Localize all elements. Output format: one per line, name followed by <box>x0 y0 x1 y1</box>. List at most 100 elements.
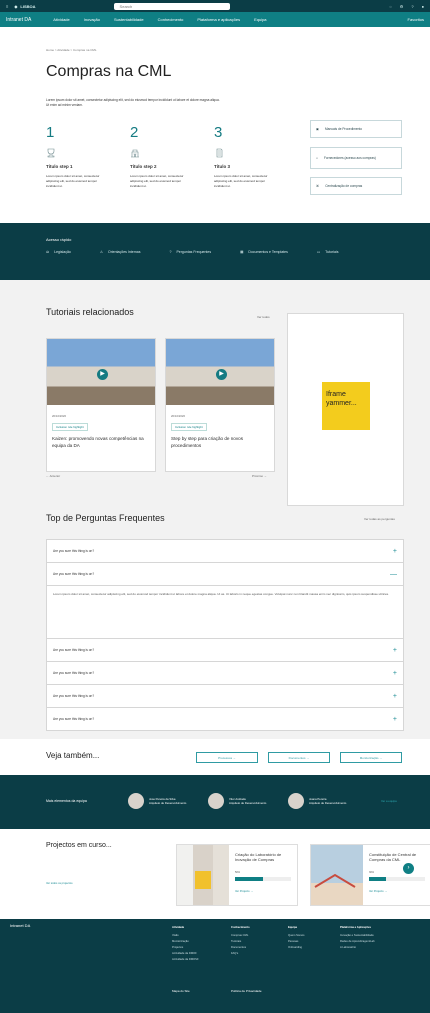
footer-link[interactable]: A Laboratório <box>340 945 375 951</box>
team-member[interactable]: Joana Pereira Arquiteto de Desenvolviment… <box>288 793 346 809</box>
plus-icon[interactable]: + <box>393 716 397 723</box>
settings-icon[interactable]: ⚙ <box>400 4 404 9</box>
step-2: 2 Título step 2 Lorem ipsum dolor sit am… <box>130 124 200 189</box>
faq-item[interactable]: Are you sure this thing is on? + <box>47 708 403 730</box>
faq-item[interactable]: Are you sure this thing is on? + <box>47 540 403 563</box>
tutorials-more-link[interactable]: Ver todos <box>257 315 270 319</box>
plus-icon[interactable]: + <box>393 693 397 700</box>
search-input[interactable]: Search <box>113 2 230 10</box>
previous-link[interactable]: ← Anterior <box>46 474 60 478</box>
faq-more-link[interactable]: Ver todas as perguntas <box>364 517 395 521</box>
project-progress-fill <box>369 877 386 881</box>
logo-icon: ◆ <box>14 3 18 9</box>
tutorial-title[interactable]: Kaizen: promovendo novas competências na… <box>52 435 146 449</box>
nav-item[interactable]: Equipa <box>254 17 266 22</box>
project-link[interactable]: Ver Projecto → <box>369 890 387 893</box>
nav-item[interactable]: Conhecimento <box>158 17 184 22</box>
faq-item[interactable]: Are you sure this thing is on? + <box>47 685 403 708</box>
notification-icon[interactable]: ◌ <box>389 4 391 9</box>
footer-heading[interactable]: Conhecimento <box>231 925 250 931</box>
team-section: Mais elementos da equipa Jose Pereira da… <box>0 775 430 829</box>
plus-icon[interactable]: + <box>393 670 397 677</box>
avatar[interactable]: ● <box>422 4 424 9</box>
processes-button[interactable]: Processos → <box>196 752 258 763</box>
question-icon: ? <box>169 250 172 254</box>
team-more-link[interactable]: Ver a equipa <box>381 799 397 803</box>
team-member[interactable]: Jose Pereira da Silva Arquiteto de Desenv… <box>128 793 186 809</box>
play-icon[interactable]: ▶ <box>97 369 108 380</box>
member-role: Arquiteto de Desenvolvimento <box>229 801 267 805</box>
documents-button[interactable]: Documentos → <box>268 752 330 763</box>
member-avatar <box>128 793 144 809</box>
footer-heading[interactable]: Plataforma e Aplicações <box>340 925 375 931</box>
project-card[interactable]: Criação do Laboratório de Inovação de Co… <box>176 844 298 906</box>
carousel-next-button[interactable]: › <box>403 863 414 874</box>
site-map-link[interactable]: Mapa do Site <box>172 989 190 993</box>
tutorial-date: 20/10/2020 <box>52 414 66 418</box>
step-title: Título 3 <box>214 164 230 169</box>
faq-item[interactable]: Are you sure this thing is on? + <box>47 662 403 685</box>
suppliers-button[interactable]: ⌂ Fornecedores (acesso aos compras) <box>310 147 402 169</box>
tutorial-pager: ← Anterior Próximo → <box>46 474 276 478</box>
next-link[interactable]: Próximo → <box>252 474 267 478</box>
nav-item[interactable]: Inovação <box>84 17 100 22</box>
trophy-icon <box>47 148 55 158</box>
quick-access-item[interactable]: ? Perguntas Frequentes <box>170 250 212 254</box>
page: ≡ ◆ LISBOA Search ◌ ⚙ ? ● Intranet DA Ati… <box>0 0 430 1013</box>
hierarchy-icon: ⌘ <box>316 184 320 188</box>
plus-icon[interactable]: + <box>393 548 397 555</box>
project-link[interactable]: Ver Projecto → <box>235 890 253 893</box>
favorites-link[interactable]: Favoritos <box>408 17 424 22</box>
project-percent: 30% <box>369 871 375 874</box>
faq-item[interactable]: Are you sure this thing is on? — <box>47 563 403 586</box>
logo[interactable]: ◆ LISBOA <box>14 4 35 9</box>
quick-access-item[interactable]: ▭ Tutoriais <box>317 250 339 254</box>
page-title: Compras na CML <box>46 63 172 80</box>
step-text: Lorem ipsum dolor sit amet, consectetur … <box>214 174 268 188</box>
breadcrumb[interactable]: Home > Atividade > Compras na CML <box>46 48 97 52</box>
projects-all-link[interactable]: Ver todos os projectos <box>46 882 73 885</box>
tutorial-title[interactable]: Step by step para criação de novos proce… <box>171 435 265 449</box>
yammer-iframe[interactable]: Iframe yammer... <box>287 313 404 506</box>
member-role: Arquiteto de Desenvolvimento <box>309 801 347 805</box>
nav-item[interactable]: Plataforma e aplicações <box>197 17 240 22</box>
faq-item[interactable]: Are you sure this thing is on? + <box>47 639 403 662</box>
menu-icon[interactable]: ≡ <box>6 4 8 9</box>
project-title[interactable]: Constituição de Central de Compras da CM… <box>369 852 425 862</box>
footer-heading[interactable]: Equipa <box>288 925 304 931</box>
quick-access-item[interactable]: ▦ Documentos e Templates <box>240 250 288 254</box>
quick-access-label: Acesso rápido <box>46 237 72 242</box>
minus-icon[interactable]: — <box>390 571 397 578</box>
monitoring-button[interactable]: Monitorização → <box>340 752 402 763</box>
tutorial-thumbnail[interactable]: ▶ <box>47 339 155 405</box>
footer-link[interactable]: Actividade da DMOSF <box>172 957 199 963</box>
centralization-button[interactable]: ⌘ Centralização de compras <box>310 177 402 195</box>
step-title: Título step 2 <box>130 164 157 169</box>
footer-brand[interactable]: Intranet DA <box>10 923 30 928</box>
nav-item[interactable]: Atividade <box>53 17 69 22</box>
plus-icon[interactable]: + <box>393 647 397 654</box>
member-avatar <box>288 793 304 809</box>
project-card[interactable]: Constituição de Central de Compras da CM… <box>310 844 430 906</box>
quick-access-item[interactable]: ⚖ Legislação <box>46 250 71 254</box>
footer-heading[interactable]: Atividade <box>172 925 199 931</box>
step-number: 1 <box>46 124 55 141</box>
play-icon[interactable]: ▶ <box>216 369 227 380</box>
nav-item[interactable]: Sustentabilidade <box>114 17 144 22</box>
tutorial-card[interactable]: ▶ 20/10/2020 Inclusion rule highlight St… <box>165 338 275 472</box>
faq-answer: Lorem ipsum dolor sit amet, consectetur … <box>47 586 403 639</box>
privacy-link[interactable]: Política de Privacidade <box>231 989 262 993</box>
quick-access-item[interactable]: ⚠ Orientações Internas <box>100 250 141 254</box>
step-title: Título step 1 <box>46 164 73 169</box>
manuals-button[interactable]: ▣ Manuais de Procedimento <box>310 120 402 138</box>
project-title[interactable]: Criação do Laboratório de Inovação de Co… <box>235 852 291 862</box>
tutorial-card[interactable]: ▶ 20/10/2020 Inclusion rule highlight Ka… <box>46 338 156 472</box>
tutorial-thumbnail[interactable]: ▶ <box>166 339 274 405</box>
tram-image <box>177 845 229 905</box>
nav-brand[interactable]: Intranet DA <box>6 17 31 23</box>
help-icon[interactable]: ? <box>411 4 413 9</box>
footer-column: Conhecimento Compras CML Tutoriais Docum… <box>231 925 250 957</box>
team-member[interactable]: Vitor Andrade Arquiteto de Desenvolviment… <box>208 793 266 809</box>
footer-link[interactable]: FAQ's <box>231 951 250 957</box>
footer-link[interactable]: Onboarding <box>288 945 304 951</box>
